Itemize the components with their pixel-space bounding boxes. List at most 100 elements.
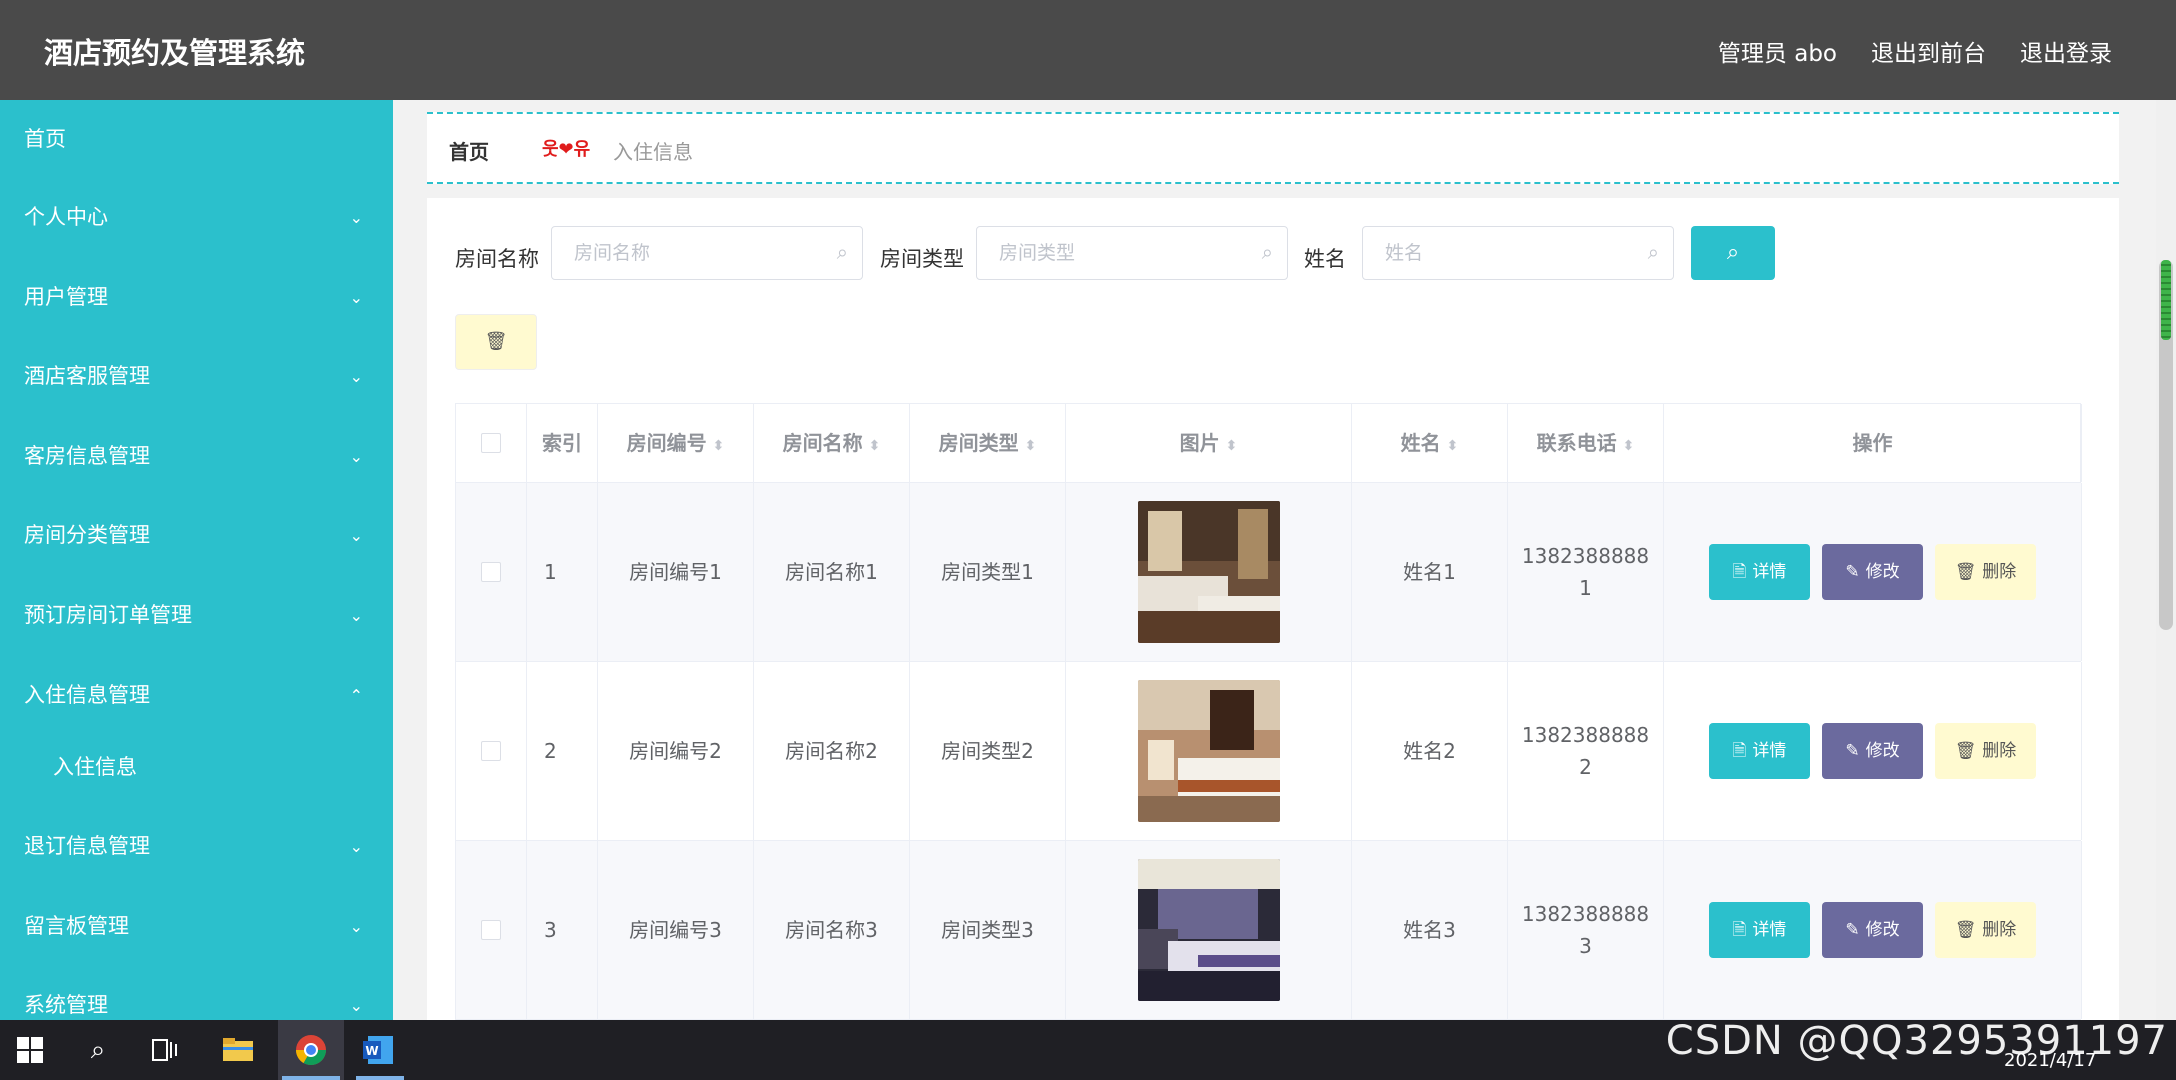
chrome-icon[interactable]: [291, 1030, 331, 1070]
room-name-input[interactable]: [572, 241, 816, 265]
exit-to-frontend-link[interactable]: 退出到前台: [1871, 34, 1986, 68]
sidebar-item-checkin-management[interactable]: 入住信息管理 ⌃: [0, 656, 393, 736]
scroll-marker: [2161, 260, 2171, 340]
search-input-room-name[interactable]: ⌕: [551, 226, 863, 280]
folder-icon: [223, 1038, 253, 1061]
chevron-down-icon: ⌄: [349, 996, 363, 1016]
sidebar-subitem-checkin-info[interactable]: 入住信息: [0, 735, 393, 807]
logout-link[interactable]: 退出登录: [2020, 34, 2112, 68]
task-view-icon[interactable]: [145, 1030, 185, 1070]
chevron-up-icon: ⌃: [349, 685, 363, 705]
sidebar: 首页 个人中心 ⌄ 用户管理 ⌄ 酒店客服管理 ⌄ 客房信息管理 ⌄ 房间分类管理 ⌄ 预…: [0, 100, 393, 1020]
select-all-checkbox[interactable]: [481, 433, 501, 453]
col-room-no[interactable]: 房间编号 ⬍: [598, 404, 754, 482]
chrome-logo-icon: [296, 1035, 326, 1066]
col-name[interactable]: 姓名 ⬍: [1352, 404, 1508, 482]
delete-button[interactable]: 🗑 删除: [1935, 723, 2036, 779]
sidebar-item-home[interactable]: 首页: [0, 100, 393, 178]
cell-room-name: 房间名称1: [754, 483, 910, 661]
col-room-name[interactable]: 房间名称 ⬍: [754, 404, 910, 482]
windows-start-icon[interactable]: [10, 1030, 50, 1070]
col-room-type[interactable]: 房间类型 ⬍: [910, 404, 1066, 482]
col-phone[interactable]: 联系电话 ⬍: [1508, 404, 1664, 482]
trash-icon: 🗑: [1954, 741, 1977, 761]
detail-button[interactable]: 🗎 详情: [1709, 723, 1810, 779]
word-icon[interactable]: W: [358, 1030, 398, 1070]
cell-name: 姓名3: [1352, 841, 1508, 1019]
detail-button[interactable]: 🗎 详情: [1709, 902, 1810, 958]
cell-actions: 🗎 详情 ✎ 修改 🗑 删除: [1664, 483, 2082, 661]
row-checkbox[interactable]: [481, 562, 501, 582]
cell-name: 姓名1: [1352, 483, 1508, 661]
sidebar-item-system[interactable]: 系统管理 ⌄: [0, 966, 393, 1020]
room-photo[interactable]: [1137, 501, 1280, 643]
cell-phone: 1382388888 2: [1508, 662, 1664, 840]
chevron-down-icon: ⌄: [349, 367, 363, 387]
room-type-input[interactable]: [997, 241, 1241, 265]
sort-icon: ⬍: [1446, 438, 1459, 454]
detail-button[interactable]: 🗎 详情: [1709, 544, 1810, 600]
sort-icon: ⬍: [712, 438, 725, 454]
cell-room-no: 房间编号1: [598, 483, 754, 661]
taskbar-search-icon[interactable]: ⌕: [78, 1030, 118, 1070]
col-image[interactable]: 图片 ⬍: [1066, 404, 1352, 482]
search-input-name[interactable]: ⌕: [1362, 226, 1674, 280]
cell-room-no: 房间编号3: [598, 841, 754, 1019]
delete-button[interactable]: 🗑 删除: [1935, 902, 2036, 958]
sort-icon: ⬍: [1622, 438, 1635, 454]
row-select-cell: [456, 483, 527, 661]
delete-button[interactable]: 🗑 删除: [1935, 544, 2036, 600]
edit-button[interactable]: ✎ 修改: [1822, 723, 1923, 779]
admin-user-link[interactable]: 管理员 abo: [1718, 34, 1837, 68]
search-button[interactable]: ⌕: [1691, 226, 1775, 280]
chevron-down-icon: ⌄: [349, 446, 363, 466]
sort-icon: ⬍: [1024, 438, 1037, 454]
sidebar-item-booking-orders[interactable]: 预订房间订单管理 ⌄: [0, 576, 393, 656]
breadcrumb-separator: 웃❤유: [542, 139, 591, 160]
cell-room-name: 房间名称3: [754, 841, 910, 1019]
page-scrollbar[interactable]: [2156, 100, 2176, 1020]
breadcrumb-home[interactable]: 首页: [449, 136, 489, 165]
sidebar-item-message-board[interactable]: 留言板管理 ⌄: [0, 887, 393, 967]
breadcrumb: 首页 웃❤유 入住信息: [427, 112, 2119, 184]
cell-room-type: 房间类型1: [910, 483, 1066, 661]
batch-delete-button[interactable]: 🗑: [455, 314, 537, 370]
search-icon: ⌕: [836, 240, 848, 264]
row-checkbox[interactable]: [481, 920, 501, 940]
checkin-table: 索引 房间编号 ⬍ 房间名称 ⬍ 房间类型 ⬍ 图片 ⬍ 姓名 ⬍ 联系电话 ⬍ 操作 1 …: [455, 403, 2082, 1020]
table-row: 3 房间编号3 房间名称3 房间类型3 姓名3 1382388888 3 🗎 详情: [455, 841, 2082, 1020]
chevron-down-icon: ⌄: [349, 287, 363, 307]
sort-icon: ⬍: [868, 438, 881, 454]
main-content: 首页 웃❤유 入住信息 房间名称 ⌕ 房间类型 ⌕ 姓名 ⌕ ⌕ 🗑 索引 房间…: [393, 100, 2161, 1020]
sidebar-item-room-info[interactable]: 客房信息管理 ⌄: [0, 417, 393, 497]
sidebar-item-cancellation[interactable]: 退订信息管理 ⌄: [0, 807, 393, 887]
cell-room-name: 房间名称2: [754, 662, 910, 840]
cell-image: [1066, 841, 1352, 1019]
cell-actions: 🗎 详情 ✎ 修改 🗑 删除: [1664, 662, 2082, 840]
chevron-down-icon: ⌄: [349, 916, 363, 936]
search-label-room-type: 房间类型: [880, 247, 964, 271]
document-icon: 🗎: [1732, 741, 1747, 761]
edit-button[interactable]: ✎ 修改: [1822, 544, 1923, 600]
search-input-room-type[interactable]: ⌕: [976, 226, 1288, 280]
row-select-cell: [456, 841, 527, 1019]
pencil-icon: ✎: [1845, 562, 1860, 582]
sidebar-item-personal-center[interactable]: 个人中心 ⌄: [0, 178, 393, 258]
sidebar-item-user-management[interactable]: 用户管理 ⌄: [0, 258, 393, 338]
row-checkbox[interactable]: [481, 741, 501, 761]
room-photo[interactable]: [1137, 680, 1280, 822]
cell-phone: 1382388888 1: [1508, 483, 1664, 661]
chevron-down-icon: ⌄: [349, 208, 363, 227]
chrome-active-indicator: [282, 1076, 340, 1080]
document-icon: 🗎: [1732, 920, 1747, 940]
sidebar-item-service-management[interactable]: 酒店客服管理 ⌄: [0, 337, 393, 417]
sidebar-item-room-category[interactable]: 房间分类管理 ⌄: [0, 496, 393, 576]
name-input[interactable]: [1383, 241, 1627, 265]
file-explorer-icon[interactable]: [218, 1030, 258, 1070]
room-photo[interactable]: [1137, 859, 1280, 1001]
cell-index: 3: [527, 841, 598, 1019]
cell-image: [1066, 662, 1352, 840]
search-label-name: 姓名: [1304, 247, 1346, 271]
edit-button[interactable]: ✎ 修改: [1822, 902, 1923, 958]
word-active-indicator: [356, 1076, 404, 1080]
